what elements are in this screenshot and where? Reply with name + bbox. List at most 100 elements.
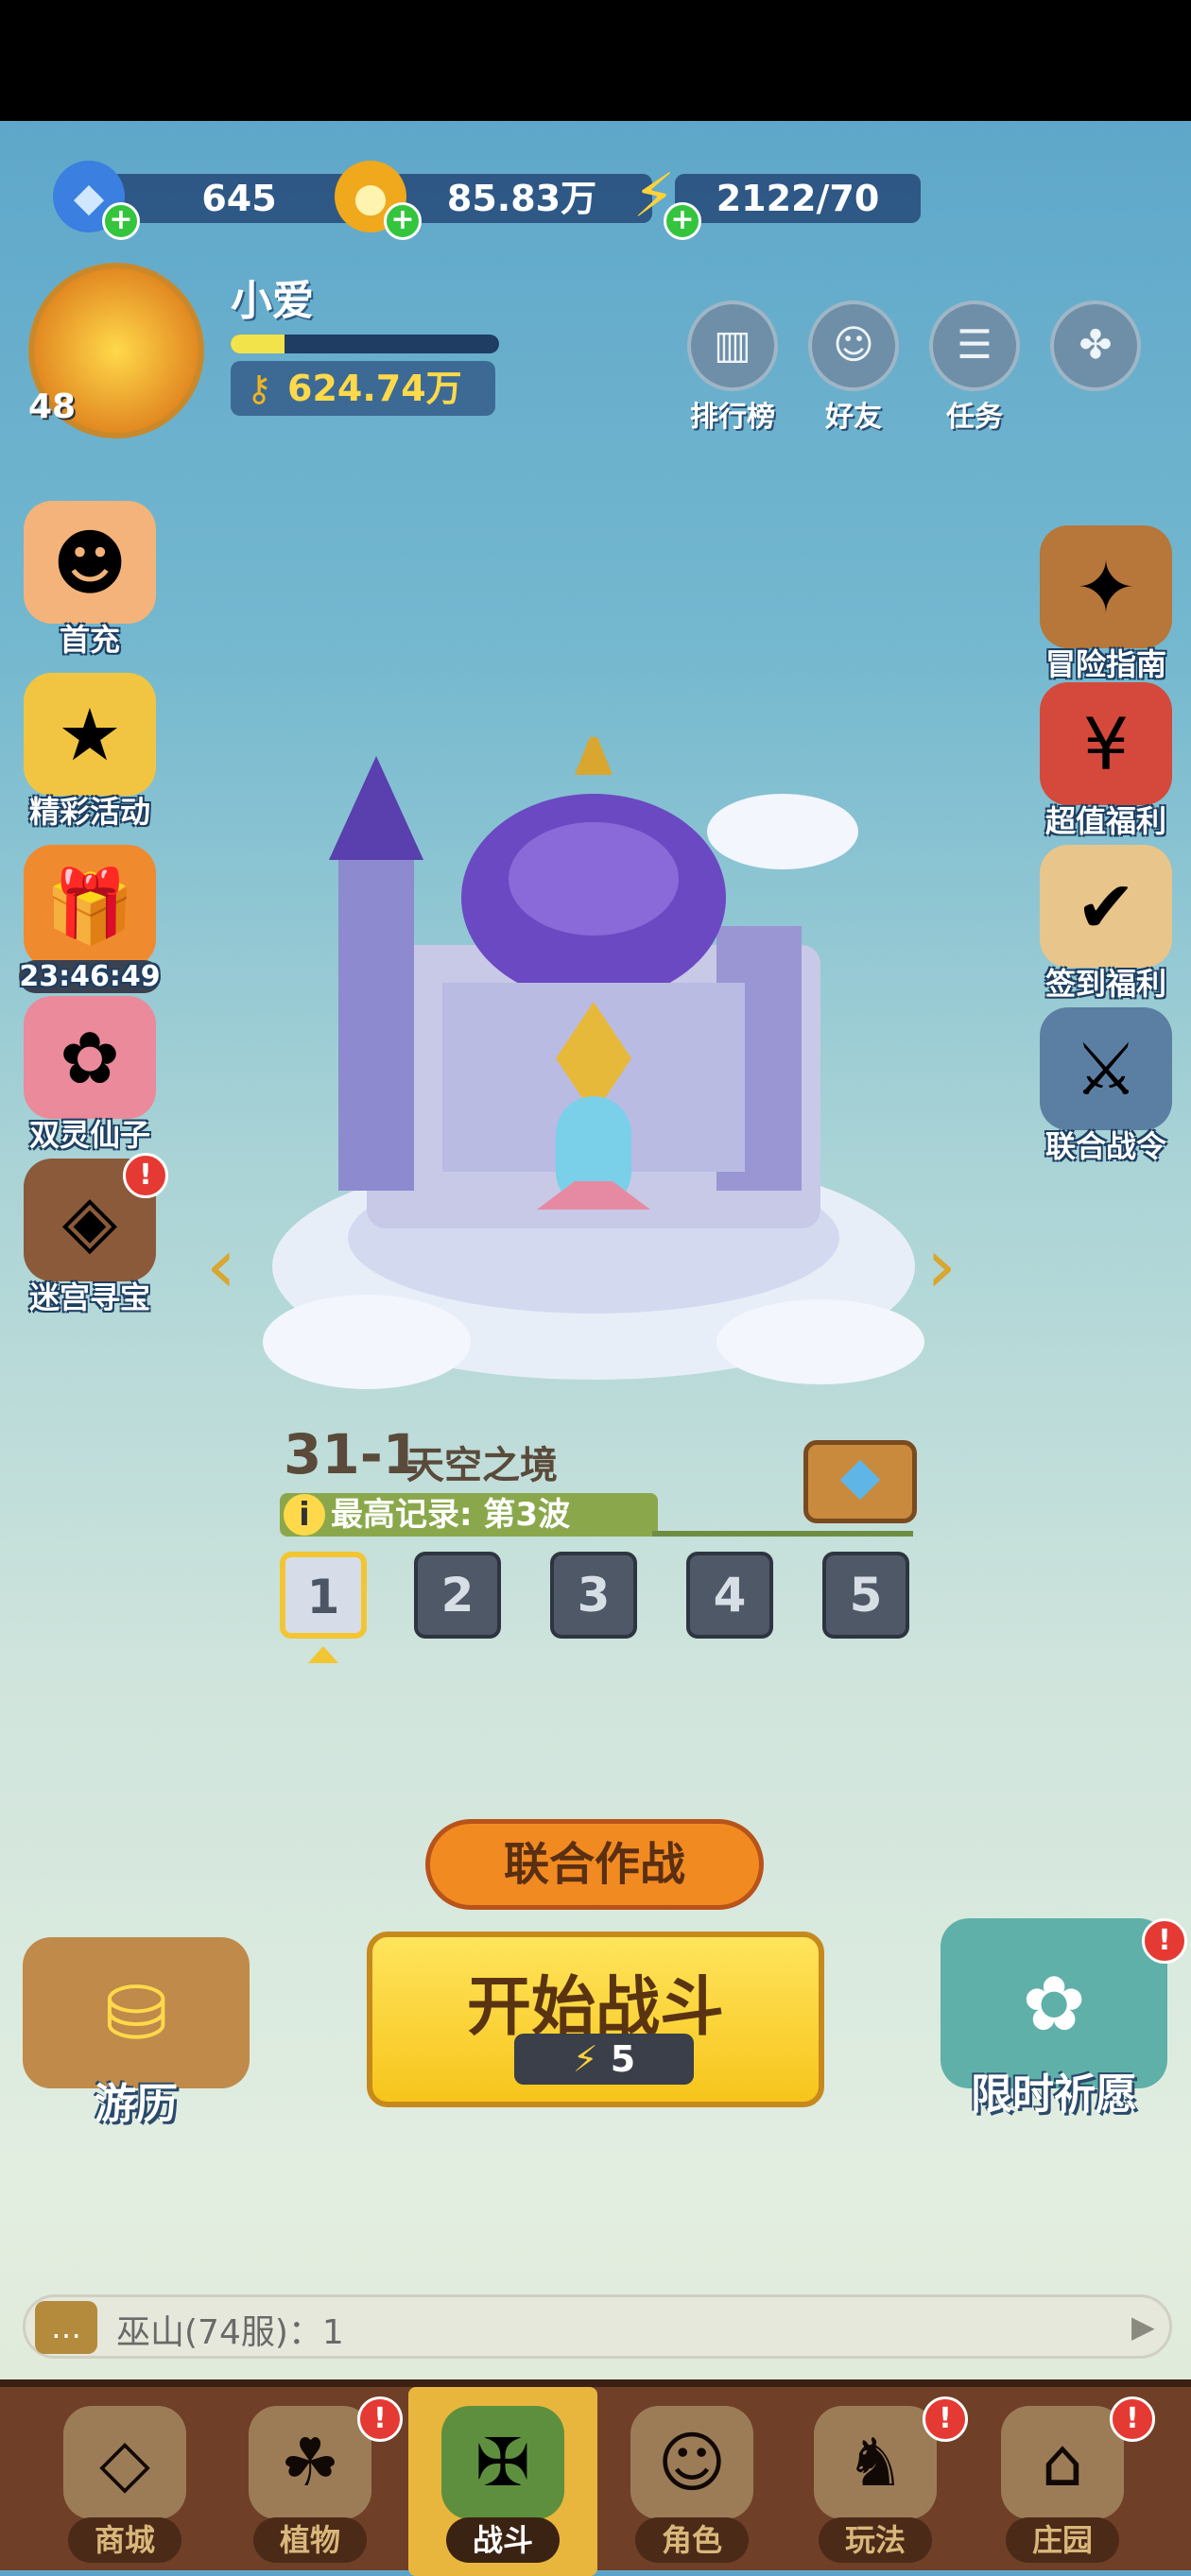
maze-treasure-label: 迷宫寻宝 <box>28 1279 150 1315</box>
nav-battle-label: 战斗 <box>446 2517 560 2563</box>
limited-wish-label: 限时祈愿 <box>971 2070 1137 2119</box>
wish-alert-badge: ! <box>1142 1918 1187 1964</box>
bottom-nav: ◇ 商城 ☘ 植物 ! ✠ 战斗 ☺ 角色 ♞ 玩法 ! ⌂ 庄园 ! <box>0 2379 1191 2576</box>
nav-gameplay[interactable]: ♞ 玩法 ! <box>781 2387 970 2576</box>
adventure-guide-label: 冒险指南 <box>1044 646 1166 682</box>
maze-alert-badge: ! <box>123 1153 168 1198</box>
selected-wave-pointer <box>308 1646 338 1663</box>
chat-expand-icon[interactable]: ▶ <box>1131 2309 1155 2344</box>
nav-shop[interactable]: ◇ 商城 <box>30 2387 219 2576</box>
chest-gem-icon <box>839 1459 881 1501</box>
travel-label: 游历 <box>95 2080 178 2128</box>
travel-button[interactable]: ⛁ 游历 <box>13 1937 259 2130</box>
coop-battle-button[interactable]: 联合作战 <box>425 1819 764 1910</box>
key-currency: ⚷ 624.74万 <box>231 361 495 416</box>
maze-treasure-button[interactable]: ◈ 迷宫寻宝 ! <box>0 1153 180 1317</box>
gamepad-icon: ✤ <box>1050 301 1141 391</box>
twin-fairy-label: 双灵仙子 <box>28 1117 150 1153</box>
energy-cost: ⚡ 5 <box>514 2034 694 2085</box>
limited-wish-button[interactable]: ✿ 限时祈愿 ! <box>926 1918 1187 2121</box>
gamepad-button[interactable]: ✤ <box>1049 301 1142 391</box>
signin-welfare-label: 签到福利 <box>1044 966 1166 1002</box>
plants-icon: ☘ <box>249 2406 371 2519</box>
nav-plants[interactable]: ☘ 植物 ! <box>216 2387 405 2576</box>
wave-2[interactable]: 2 <box>414 1552 501 1639</box>
wave-4[interactable]: 4 <box>686 1552 773 1639</box>
xp-bar <box>231 335 499 353</box>
friends-icon: ☺ <box>808 301 899 391</box>
nav-plants-label: 植物 <box>253 2517 367 2563</box>
twin-fairy-button[interactable]: ✿ 双灵仙子 <box>0 996 180 1155</box>
gameplay-alert-badge: ! <box>923 2396 968 2442</box>
events-icon: ★ <box>24 673 156 796</box>
character-icon: ☺ <box>630 2406 753 2519</box>
xp-fill <box>231 335 285 353</box>
gift-timer-icon: 🎁 <box>24 845 156 968</box>
info-icon: i <box>284 1494 325 1536</box>
next-stage-arrow[interactable]: › <box>926 1228 983 1304</box>
gameplay-icon: ♞ <box>814 2406 937 2519</box>
best-record-text: 最高记录: 第3波 <box>331 1496 571 1534</box>
signin-welfare-button[interactable]: ✔ 签到福利 <box>1021 845 1191 1004</box>
adventure-guide-button[interactable]: ✦ 冒险指南 <box>1021 525 1191 684</box>
first-recharge-icon: ☻ <box>24 501 156 624</box>
add-coin-button[interactable]: + <box>384 202 422 240</box>
nav-gameplay-label: 玩法 <box>819 2517 932 2563</box>
events-label: 精彩活动 <box>28 794 150 830</box>
value-welfare-label: 超值福利 <box>1044 803 1166 839</box>
friends-button[interactable]: ☺ 好友 <box>807 301 900 435</box>
record-line <box>652 1531 913 1537</box>
energy-value: 2122/70 <box>675 174 921 223</box>
first-recharge-button[interactable]: ☻ 首充 <box>0 501 180 660</box>
value-welfare-icon: ¥ <box>1040 682 1172 805</box>
leaderboard-label: 排行榜 <box>690 401 775 434</box>
player-level: 48 <box>28 387 77 426</box>
value-welfare-button[interactable]: ¥ 超值福利 <box>1021 682 1191 841</box>
chat-bar[interactable]: … 巫山(74服)：1 ▶ <box>23 2294 1172 2359</box>
first-recharge-label: 首充 <box>59 622 120 658</box>
treasure-chest-icon: ⛁ <box>23 1937 250 2088</box>
energy-cost-value: 5 <box>610 2038 636 2080</box>
tasks-button[interactable]: ☰ 任务 <box>928 301 1021 435</box>
manor-alert-badge: ! <box>1110 2396 1155 2442</box>
battle-pass-button[interactable]: ⚔ 联合战令 <box>1021 1007 1191 1166</box>
gift-timer-label: 23:46:49 <box>19 960 161 993</box>
player-name: 小爱 <box>231 277 314 325</box>
key-value: 624.74万 <box>287 368 462 409</box>
tasks-label: 任务 <box>946 401 1003 434</box>
wave-5[interactable]: 5 <box>822 1552 909 1639</box>
diamond-value: 645 <box>110 174 369 223</box>
adventure-guide-icon: ✦ <box>1040 525 1172 648</box>
nav-battle[interactable]: ✠ 战斗 <box>408 2387 597 2576</box>
battle-pass-icon: ⚔ <box>1040 1007 1172 1130</box>
twin-fairy-icon: ✿ <box>24 996 156 1119</box>
add-diamond-button[interactable]: + <box>102 202 140 240</box>
nav-shop-label: 商城 <box>68 2517 181 2563</box>
prev-stage-arrow[interactable]: ‹ <box>206 1228 263 1304</box>
stage-name: 天空之境 <box>406 1444 558 1487</box>
stage-number: 31-1 <box>284 1422 422 1486</box>
nav-character[interactable]: ☺ 角色 <box>597 2387 786 2576</box>
leaderboard-icon: ▥ <box>687 301 778 391</box>
wave-1[interactable]: 1 <box>280 1552 367 1639</box>
leaderboard-button[interactable]: ▥ 排行榜 <box>686 301 779 435</box>
battle-icon: ✠ <box>441 2406 564 2519</box>
nav-manor[interactable]: ⌂ 庄园 ! <box>968 2387 1157 2576</box>
manor-icon: ⌂ <box>1001 2406 1124 2519</box>
events-button[interactable]: ★ 精彩活动 <box>0 673 180 832</box>
wave-3[interactable]: 3 <box>550 1552 637 1639</box>
status-bar <box>0 0 1191 121</box>
lightning-icon: ⚡ <box>572 2038 598 2080</box>
castle-illustration <box>263 737 924 1389</box>
gift-timer-button[interactable]: 🎁 23:46:49 <box>0 845 180 993</box>
key-icon: ⚷ <box>246 368 272 409</box>
stage-chest[interactable] <box>803 1440 917 1523</box>
chat-message: 巫山(74服)：1 <box>116 2313 344 2352</box>
battle-pass-label: 联合战令 <box>1044 1128 1166 1164</box>
start-battle-button[interactable]: 开始战斗 ⚡ 5 <box>367 1932 824 2107</box>
add-energy-button[interactable]: + <box>664 202 701 240</box>
shop-icon: ◇ <box>63 2406 186 2519</box>
plants-alert-badge: ! <box>357 2396 403 2442</box>
chat-icon: … <box>35 2301 97 2354</box>
coin-value: 85.83万 <box>391 174 652 223</box>
